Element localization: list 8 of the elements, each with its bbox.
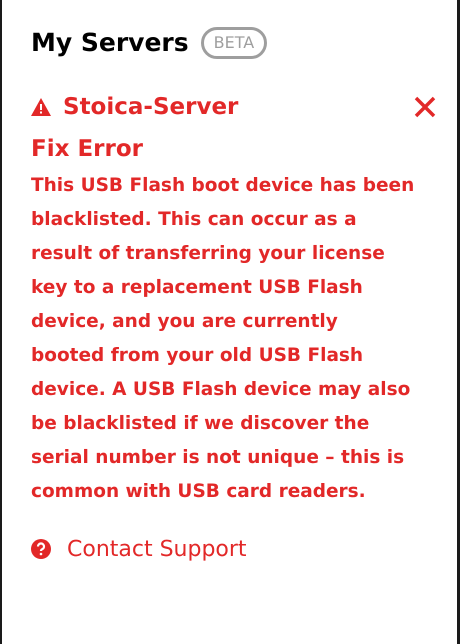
close-icon[interactable] <box>413 94 437 119</box>
error-message: This USB Flash boot device has been blacklisted. This can occur as a result of transferring your license key to a replacement USB Flash device, and you are currently booted from your old USB Flash device. A USB Flash device may also be blacklisted if we discover the serial number is not unique – this is common with USB card readers. <box>31 174 416 504</box>
beta-badge: BETA <box>200 26 268 59</box>
help-icon <box>31 539 51 559</box>
server-name: Stoica-Server <box>63 92 238 122</box>
error-title: Fix Error <box>31 135 144 164</box>
contact-support-link[interactable]: Contact Support <box>31 532 439 566</box>
panel-title: My Servers <box>31 27 189 59</box>
